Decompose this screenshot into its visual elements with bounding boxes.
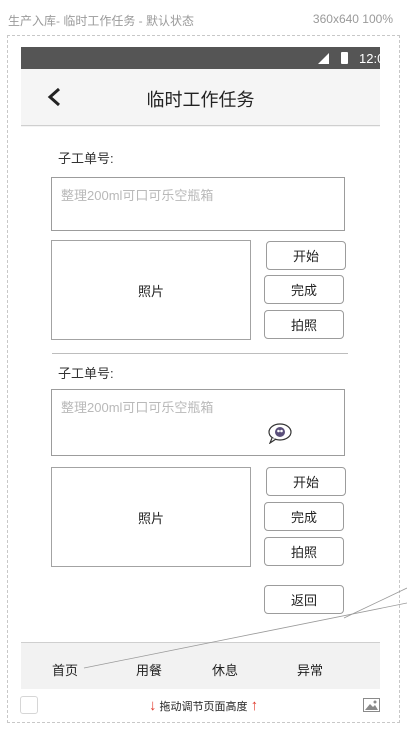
arrow-down-icon: ↓ <box>148 697 157 714</box>
task-divider <box>52 353 348 354</box>
resize-hint[interactable]: ↓ 拖动调节页面高度 ↑ <box>0 697 407 714</box>
phone-screen: 临时工作任务 子工单号: 整理200ml可口可乐空瓶箱 照片 开始 完成 拍照 … <box>21 69 380 689</box>
tab-rest[interactable]: 休息 <box>212 660 238 679</box>
task-1-photo[interactable]: 照片 <box>51 240 251 340</box>
task-1-label: 子工单号: <box>58 151 114 166</box>
task-2-label: 子工单号: <box>58 366 114 381</box>
tab-bar: 首页 用餐 休息 异常 <box>21 642 380 689</box>
chat-bubble-icon[interactable] <box>267 422 293 444</box>
arrow-up-icon: ↑ <box>250 697 259 714</box>
task-content: 子工单号: 整理200ml可口可乐空瓶箱 照片 开始 完成 拍照 子工单号: 整… <box>21 127 380 642</box>
tab-exception[interactable]: 异常 <box>297 660 323 679</box>
task-2-complete-button[interactable]: 完成 <box>264 502 344 531</box>
signal-icon <box>318 53 329 64</box>
task-2-start-button[interactable]: 开始 <box>266 467 346 496</box>
status-time: 12:00 <box>359 51 392 66</box>
task-1-input[interactable]: 整理200ml可口可乐空瓶箱 <box>51 177 345 231</box>
navbar: 临时工作任务 <box>21 69 380 126</box>
tab-home[interactable]: 首页 <box>52 660 78 679</box>
task-2-photo[interactable]: 照片 <box>51 467 251 567</box>
status-bar: 12:00 <box>21 47 392 69</box>
task-2-photo-button[interactable]: 拍照 <box>264 537 344 566</box>
task-2-input[interactable]: 整理200ml可口可乐空瓶箱 <box>51 389 345 456</box>
page-title: 临时工作任务 <box>146 90 255 110</box>
tab-meal[interactable]: 用餐 <box>136 660 162 679</box>
prototype-title: 生产入库- 临时工作任务 - 默认状态 <box>8 14 194 28</box>
image-icon[interactable] <box>363 698 380 712</box>
task-1-photo-button[interactable]: 拍照 <box>264 310 344 339</box>
task-1-complete-button[interactable]: 完成 <box>264 275 344 304</box>
battery-icon <box>341 52 348 64</box>
resize-hint-text: 拖动调节页面高度 <box>159 701 248 713</box>
return-button[interactable]: 返回 <box>264 585 344 614</box>
task-1-start-button[interactable]: 开始 <box>266 241 346 270</box>
viewport-size-info: 360x640 100% <box>312 12 393 26</box>
